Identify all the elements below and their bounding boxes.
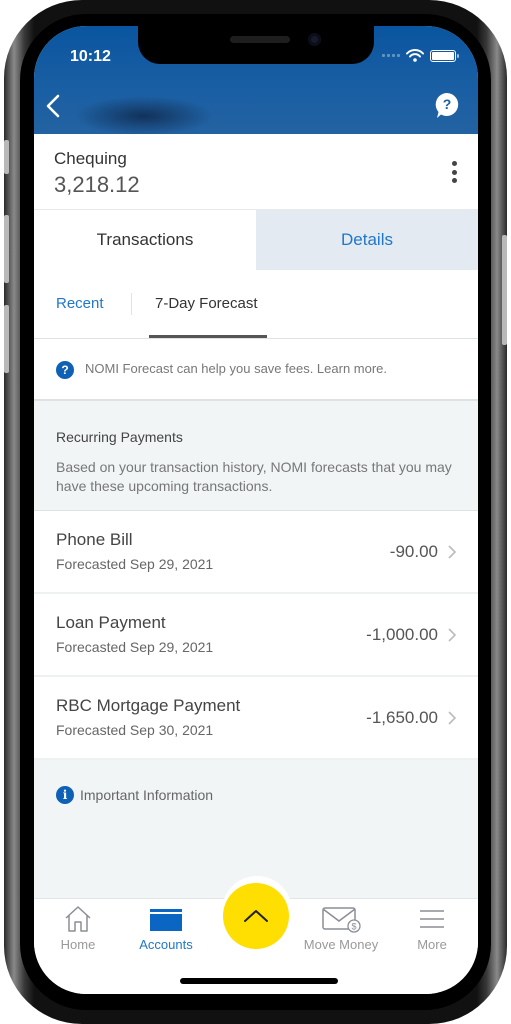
account-name: Chequing — [54, 149, 127, 168]
svg-text:?: ? — [443, 96, 452, 112]
svg-text:$: $ — [351, 922, 356, 932]
subtab-7-day-forecast[interactable]: 7-Day Forecast — [155, 295, 258, 312]
help-bubble-icon: ? — [435, 93, 459, 118]
volume-down-button — [4, 305, 9, 373]
back-button[interactable] — [42, 92, 66, 120]
nav-accounts-label: Accounts — [139, 937, 193, 952]
status-indicators — [382, 49, 459, 62]
forecast-payments-list: Phone Bill Forecasted Sep 29, 2021 -90.0… — [34, 511, 478, 760]
important-information-link[interactable]: i Important Information — [56, 786, 213, 804]
nav-more[interactable]: More — [412, 905, 452, 952]
payment-amount: -1,000.00 — [366, 625, 438, 644]
envelope-dollar-icon: $ — [322, 907, 361, 933]
volume-up-button — [4, 215, 9, 283]
kebab-menu-icon — [451, 161, 457, 166]
camera — [308, 33, 321, 46]
subtab-recent[interactable]: Recent — [56, 295, 104, 312]
info-circle-icon: i — [56, 786, 74, 804]
account-tabs: Transactions Details — [34, 210, 478, 270]
subtab-divider — [131, 293, 132, 315]
chevron-right-icon — [448, 545, 457, 559]
payment-name: RBC Mortgage Payment — [56, 696, 241, 715]
question-circle-icon: ? — [56, 361, 74, 379]
hamburger-icon — [420, 910, 444, 928]
device-notch — [138, 26, 374, 64]
nomi-forecast-info-link[interactable]: ? NOMI Forecast can help you save fees. … — [34, 339, 478, 401]
payment-amount: -1,650.00 — [366, 708, 438, 727]
chevron-up-icon — [244, 910, 268, 922]
wifi-icon — [406, 49, 424, 62]
account-summary: Chequing 3,218.12 — [34, 134, 478, 210]
payment-amount: -90.00 — [389, 542, 438, 561]
home-indicator[interactable] — [180, 978, 338, 984]
nav-home-label: Home — [60, 937, 96, 952]
speaker — [230, 36, 290, 43]
nav-move-money-label: Move Money — [303, 937, 379, 952]
power-button — [502, 235, 507, 345]
nav-home[interactable]: Home — [56, 905, 100, 952]
recurring-payments-header: Recurring Payments Based on your transac… — [34, 401, 478, 511]
chevron-right-icon — [448, 711, 457, 725]
payment-name: Loan Payment — [56, 613, 166, 632]
chevron-left-icon — [46, 94, 60, 118]
payment-date: Forecasted Sep 29, 2021 — [56, 639, 214, 655]
account-balance: 3,218.12 — [54, 172, 140, 197]
payment-row[interactable]: RBC Mortgage Payment Forecasted Sep 30, … — [34, 677, 478, 760]
active-subtab-indicator — [149, 335, 267, 338]
tab-details[interactable]: Details — [256, 210, 478, 270]
blurred-region — [74, 96, 214, 136]
signal-icon — [382, 54, 400, 57]
payment-row[interactable]: Loan Payment Forecasted Sep 29, 2021 -1,… — [34, 594, 478, 677]
more-options-button[interactable] — [450, 161, 458, 183]
quick-actions-button[interactable] — [223, 883, 289, 949]
home-icon — [65, 906, 91, 932]
help-button[interactable]: ? — [434, 92, 460, 120]
payment-name: Phone Bill — [56, 530, 133, 549]
status-time: 10:12 — [70, 48, 111, 65]
tab-transactions[interactable]: Transactions — [34, 210, 256, 270]
chevron-right-icon — [448, 628, 457, 642]
recurring-payments-description: Based on your transaction history, NOMI … — [56, 459, 452, 494]
payment-row[interactable]: Phone Bill Forecasted Sep 29, 2021 -90.0… — [34, 511, 478, 594]
nav-move-money[interactable]: $ Move Money — [296, 905, 386, 952]
card-icon — [150, 909, 182, 931]
payment-date: Forecasted Sep 29, 2021 — [56, 556, 214, 572]
important-information-label: Important Information — [80, 787, 214, 803]
nav-more-label: More — [417, 937, 447, 952]
payment-date: Forecasted Sep 30, 2021 — [56, 722, 214, 738]
transaction-subtabs: Recent 7-Day Forecast — [34, 270, 478, 339]
nav-accounts[interactable]: Accounts — [134, 905, 198, 952]
recurring-payments-title: Recurring Payments — [56, 429, 183, 445]
mute-switch — [4, 140, 9, 174]
nomi-forecast-info-text: NOMI Forecast can help you save fees. Le… — [85, 361, 388, 376]
app-header: 10:12 ? — [34, 26, 478, 136]
battery-icon — [430, 49, 459, 62]
app-screen: 10:12 ? Chequing 3,218.12 Transactions D… — [34, 26, 478, 994]
